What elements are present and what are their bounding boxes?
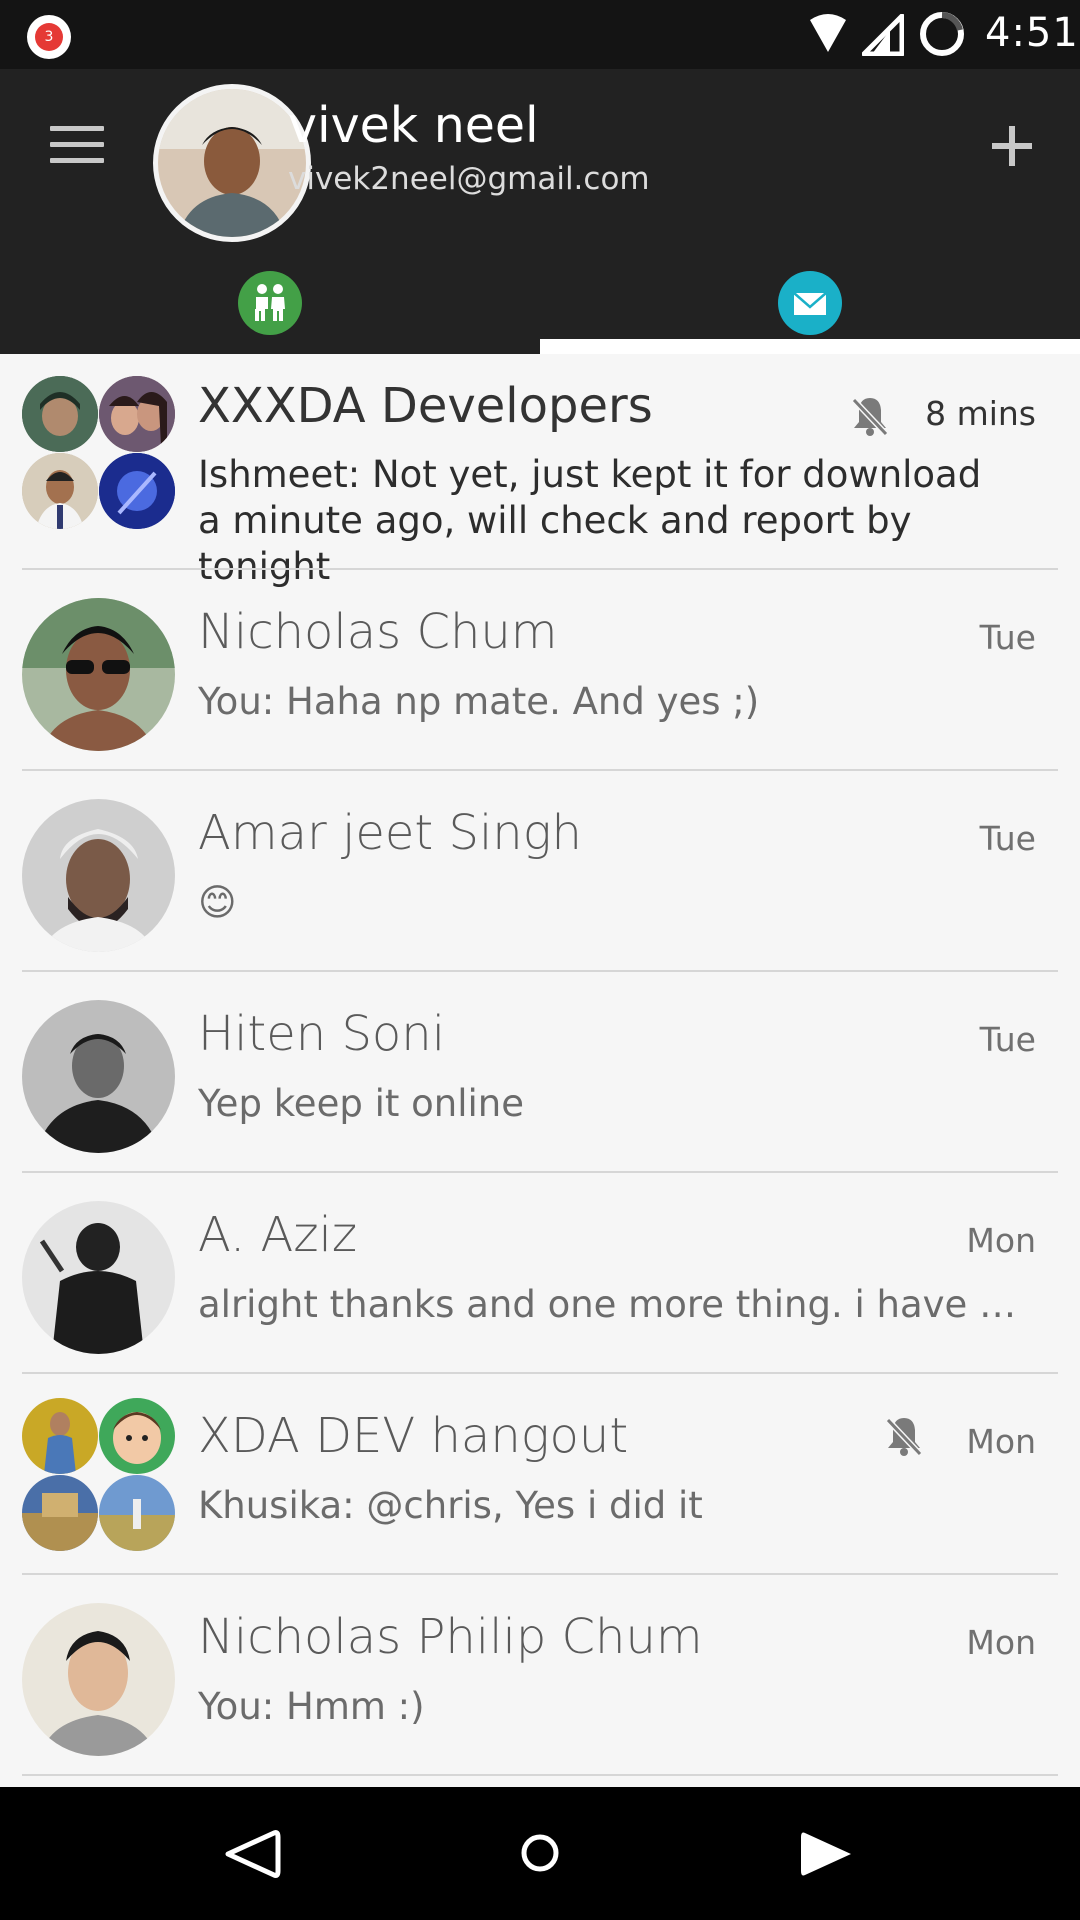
muted-bell-icon <box>885 1417 923 1457</box>
group-avatar <box>22 1398 175 1551</box>
clock: 4:51 <box>985 10 1079 56</box>
conversation-time: Tue <box>979 819 1036 858</box>
profile-email: vivek2neel@gmail.com <box>288 161 650 197</box>
status-bar: 3 4:51 <box>0 0 1080 69</box>
conversation-row[interactable]: Hiten Soni Tue Yep keep it online <box>0 972 1080 1173</box>
conversation-preview: You: Hmm :) <box>198 1685 425 1728</box>
contacts-icon <box>238 271 302 335</box>
conversation-name: A. Aziz <box>198 1207 358 1263</box>
signal-icon <box>862 14 904 56</box>
conversation-preview: Yep keep it online <box>198 1082 524 1125</box>
conversation-preview: alright thanks and one more thing. i hav… <box>198 1283 1038 1326</box>
conversation-row[interactable]: XDA DEV hangout Mon Khusika: @chris, Yes… <box>0 1374 1080 1575</box>
group-avatar <box>22 376 175 529</box>
wifi-icon <box>810 14 846 52</box>
hamburger-menu-icon[interactable] <box>50 126 104 166</box>
conversation-time: Mon <box>966 1623 1036 1662</box>
divider <box>22 1774 1058 1776</box>
avatar <box>22 799 175 952</box>
tab-messages[interactable] <box>540 255 1080 351</box>
battery-icon <box>920 12 964 56</box>
conversation-name: XDA DEV hangout <box>198 1408 629 1464</box>
conversation-row[interactable]: Nicholas Philip Chum Mon You: Hmm :) <box>0 1575 1080 1776</box>
tab-contacts[interactable] <box>0 255 540 351</box>
notification-badge-icon: 3 <box>27 15 71 59</box>
conversation-name: Nicholas Chum <box>198 604 558 660</box>
avatar <box>22 1603 175 1756</box>
conversation-time: Tue <box>979 1020 1036 1059</box>
conversation-preview: Khusika: @chris, Yes i did it <box>198 1484 703 1527</box>
conversation-row[interactable]: Amar jeet Singh Tue 😊 <box>0 771 1080 972</box>
conversation-time: Tue <box>979 618 1036 657</box>
avatar <box>22 1000 175 1153</box>
conversation-time: Mon <box>966 1422 1036 1461</box>
plus-icon[interactable] <box>990 124 1034 168</box>
home-icon[interactable] <box>520 1833 560 1873</box>
conversation-list: XXXDA Developers 8 mins Ishmeet: Not yet… <box>0 354 1080 1776</box>
conversation-name: Hiten Soni <box>198 1006 446 1062</box>
profile-name: vivek neel <box>288 97 539 154</box>
conversation-name: Amar jeet Singh <box>198 805 582 861</box>
conversation-name: Nicholas Philip Chum <box>198 1609 703 1665</box>
avatar <box>22 1201 175 1354</box>
conversation-row[interactable]: XXXDA Developers 8 mins Ishmeet: Not yet… <box>0 354 1080 588</box>
muted-bell-icon <box>851 397 889 437</box>
conversation-name: XXXDA Developers <box>198 378 653 434</box>
conversation-time: Mon <box>966 1221 1036 1260</box>
app-header: vivek neel vivek2neel@gmail.com <box>0 69 1080 354</box>
conversation-preview: 😊 <box>198 881 237 924</box>
conversation-time: 8 mins <box>925 394 1036 433</box>
conversation-preview: You: Haha np mate. And yes ;) <box>198 680 760 723</box>
notification-count: 3 <box>35 23 63 51</box>
tab-indicator <box>540 339 1080 354</box>
conversation-row[interactable]: A. Aziz Mon alright thanks and one more … <box>0 1173 1080 1374</box>
navigation-bar <box>0 1787 1080 1920</box>
avatar <box>22 598 175 751</box>
back-icon[interactable] <box>222 1829 282 1879</box>
envelope-icon <box>778 271 842 335</box>
conversation-row[interactable]: Nicholas Chum Tue You: Haha np mate. And… <box>0 570 1080 771</box>
recents-icon[interactable] <box>797 1829 857 1879</box>
